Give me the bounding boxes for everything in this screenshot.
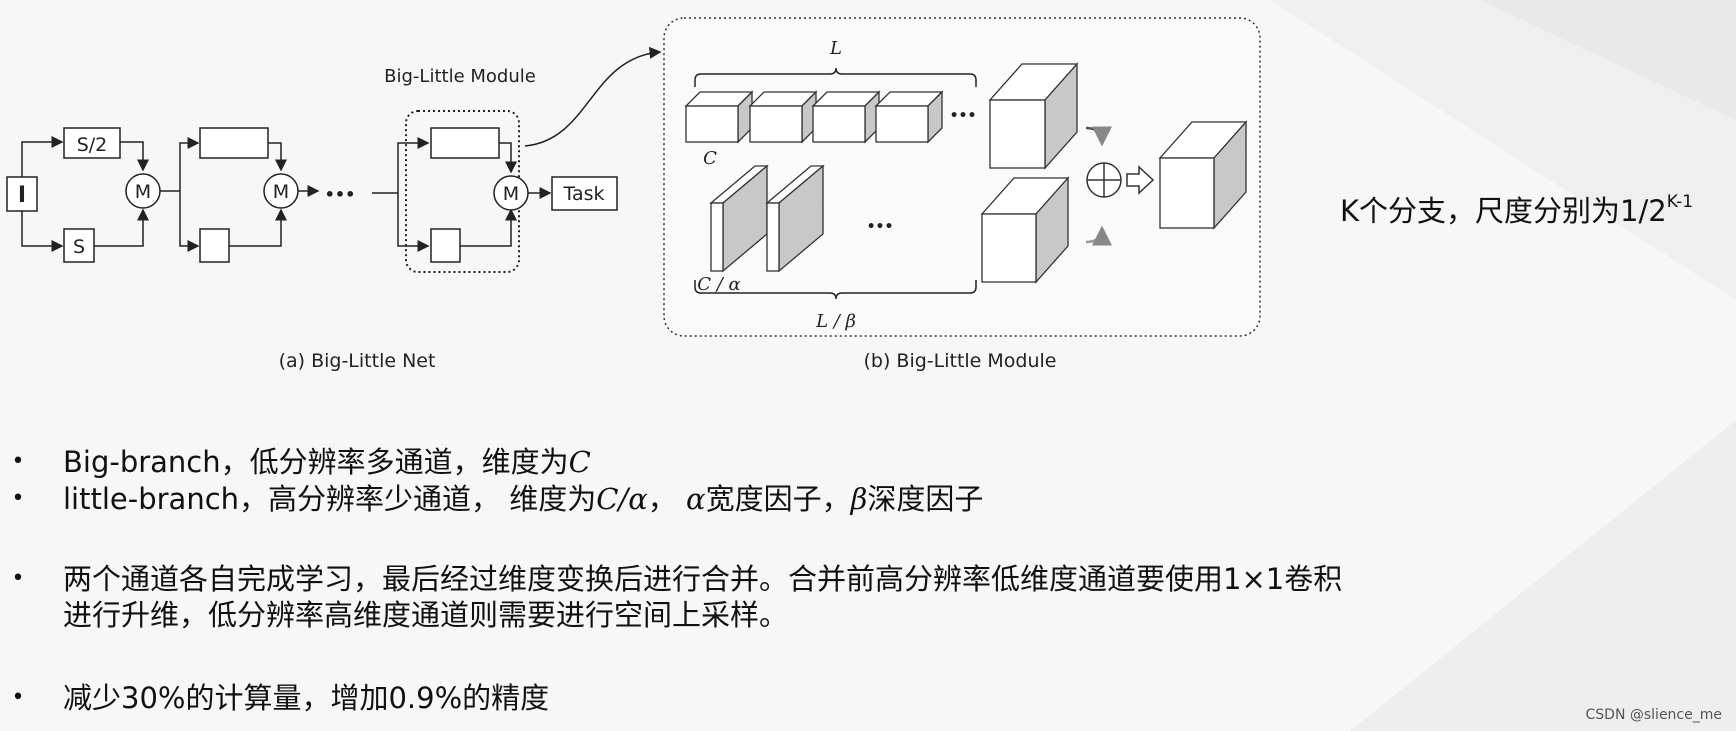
bullet-line-2: 进行升维，低分辨率高维度通道则需要进行空间上采样。 [63,598,789,632]
bullet-dot: • [11,486,25,511]
branch-scale-text: K个分支，尺度分别为1/2 [1340,194,1667,228]
bullet-dot: • [11,449,25,474]
bullet-line-1: 两个通道各自完成学习，最后经过维度变换后进行合并。合并前高分辨率低维度通道要使用… [63,562,1343,596]
math-beta: β [850,482,868,516]
task-label: Task [562,183,604,205]
big-branch-block-2 [430,127,500,159]
net-ellipsis: ••• [325,185,356,204]
ellipsis-top: ••• [950,108,977,124]
downsample-label: S/2 [77,134,108,156]
full-scale-label: S [73,236,85,258]
elementwise-add-icon [1086,162,1122,198]
input-label: I [18,183,26,208]
bullet-text: Big-branch，低分辨率多通道，维度为C [63,445,591,479]
module-caption: (b) Big-Little Module [863,350,1056,372]
math-C-over-alpha: C/α [596,482,648,516]
merge-label-1: M [135,181,151,203]
label-channels-C: C [703,148,717,169]
module-title: Big-Little Module [384,66,536,87]
bullet-text: little-branch，高分辨率少通道， 维度为C/α， α宽度因子，β深度… [63,482,984,516]
big-little-figure: I S/2 S M M ••• Big-Little Module M Task… [6,17,1261,372]
branch-scale-note: K个分支，尺度分别为1/2K-1 [1340,188,1693,230]
big-little-module-detail: L ••• C ••• C / α L / β (b) Big-Little M… [663,17,1261,372]
bullet-dot: • [11,685,25,710]
ellipsis-mid: ••• [867,219,894,235]
net-caption: (a) Big-Little Net [279,350,436,372]
big-little-net: I S/2 S M M ••• Big-Little Module M Task… [6,46,662,372]
merge-label-3: M [503,183,519,205]
label-depth-L: L [829,38,842,59]
bullet-dot: • [11,566,25,591]
math-C: C [568,445,591,479]
label-channels-C-alpha: C / α [697,274,740,295]
big-branch-blocks [684,90,944,144]
watermark: CSDN @slience_me [1585,707,1723,723]
bullet-text: 减少30%的计算量，增加0.9%的精度 [63,681,550,715]
math-alpha: α [686,482,706,516]
little-branch-block-2 [430,228,461,263]
merge-label-2: M [273,181,289,203]
label-depth-L-beta: L / β [815,311,856,332]
bullet-text: 两个通道各自完成学习，最后经过维度变换后进行合并。合并前高分辨率低维度通道要使用… [63,561,1342,633]
big-branch-block-1 [199,127,269,159]
branch-scale-exponent: K-1 [1666,192,1694,212]
little-branch-block-1 [199,228,230,263]
